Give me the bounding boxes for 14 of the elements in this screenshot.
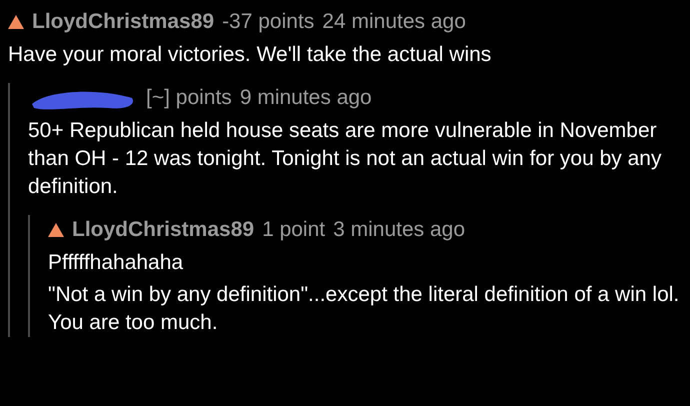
- upvote-arrow-icon[interactable]: [8, 15, 24, 29]
- score: -37 points: [222, 9, 314, 36]
- timestamp: 3 minutes ago: [333, 217, 466, 244]
- comment-text: Pfffffhahahaha: [48, 250, 184, 276]
- upvote-arrow-icon[interactable]: [48, 223, 64, 237]
- comment-text: 50+ Republican held house seats are more vulnerable in November than OH - 12 was tonight. Tonight is not an actual win for you by any definition.: [28, 118, 662, 200]
- score: 1 point: [262, 217, 326, 244]
- timestamp: 24 minutes ago: [322, 9, 466, 36]
- score: [~] points: [146, 85, 232, 112]
- username[interactable]: LloydChristmas89: [72, 214, 254, 246]
- comment-text: Have your moral victories. We'll take the actual wins: [8, 42, 492, 68]
- username[interactable]: LloydChristmas89: [32, 6, 214, 38]
- timestamp: 9 minutes ago: [240, 85, 372, 112]
- comment-text: "Not a win by any definition"...except the literal definition of a win lol. You are too much.: [48, 282, 680, 336]
